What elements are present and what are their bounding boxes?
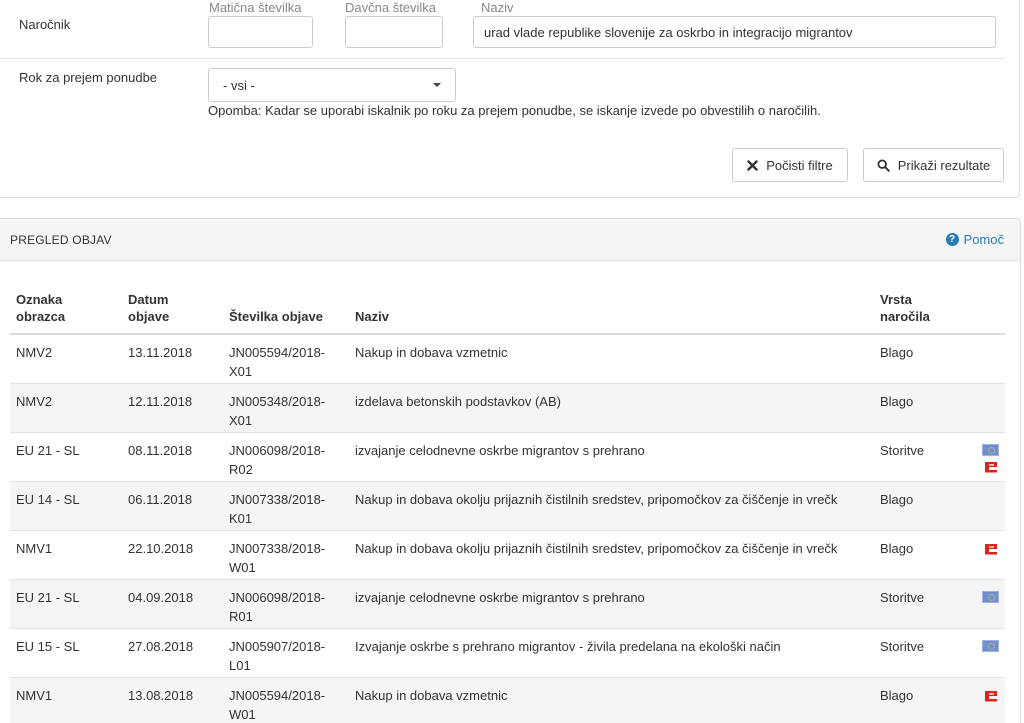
show-results-button[interactable]: Prikaži rezultate	[863, 148, 1004, 182]
naziv-label: Naziv	[481, 0, 514, 15]
cell-vrsta: Blago	[874, 676, 969, 723]
cell-datum: 06.11.2018	[122, 480, 223, 530]
eu-flag-icon	[982, 639, 999, 652]
show-results-label: Prikaži rezultate	[897, 157, 991, 173]
cell-datum: 13.11.2018	[122, 333, 223, 383]
clear-filters-button[interactable]: Počisti filtre	[732, 148, 848, 182]
cell-icons	[969, 382, 1005, 432]
col-datum[interactable]: Datum objave	[122, 291, 223, 335]
cell-naziv[interactable]: Nakup in dobava okolju prijaznih čistiln…	[349, 529, 874, 579]
enarocanje-icon	[985, 461, 997, 472]
filter-panel: Naročnik Matična številka Davčna številk…	[0, 0, 1020, 198]
table-row[interactable]: NMV2 13.11.2018 JN005594/2018- X01 Nakup in …	[10, 333, 1005, 383]
rok-select-value: - vsi -	[223, 77, 255, 93]
cell-oznaka: EU 21 - SL	[10, 431, 122, 481]
eu-flag-icon	[982, 590, 999, 603]
results-panel: PREGLED OBJAV ? Pomoč Oznaka obrazca Datu…	[0, 218, 1021, 723]
naziv-input[interactable]	[473, 16, 996, 48]
cell-vrsta: Storitve	[874, 627, 969, 677]
cell-datum: 04.09.2018	[122, 578, 223, 628]
davcna-label: Davčna številka	[345, 0, 437, 15]
cell-naziv[interactable]: izdelava betonskih podstavkov (AB)	[349, 382, 874, 432]
cell-stevilka[interactable]: JN006098/2018- R01	[223, 578, 349, 628]
table-row[interactable]: NMV2 12.11.2018 JN005348/2018- X01 izdelava …	[10, 382, 1005, 432]
col-oznaka[interactable]: Oznaka obrazca	[10, 291, 122, 335]
cell-icons	[969, 480, 1005, 530]
rok-select[interactable]: - vsi -	[208, 68, 456, 102]
divider	[0, 58, 1004, 59]
chevron-down-icon	[433, 83, 441, 87]
help-link[interactable]: ? Pomoč	[945, 232, 1004, 247]
maticna-input[interactable]	[208, 16, 313, 48]
cell-naziv[interactable]: Nakup in dobava okolju prijaznih čistiln…	[349, 480, 874, 530]
cell-oznaka: EU 15 - SL	[10, 627, 122, 677]
rok-note: Opomba: Kadar se uporabi iskalnik po rok…	[208, 103, 821, 118]
cell-vrsta: Storitve	[874, 431, 969, 481]
table-header-row: Oznaka obrazca Datum objave Številka objav…	[10, 291, 1005, 335]
cell-datum: 13.08.2018	[122, 676, 223, 723]
table-row[interactable]: EU 21 - SL 08.11.2018 JN006098/2018- R02 izv…	[10, 431, 1005, 481]
cell-vrsta: Blago	[874, 529, 969, 579]
cell-naziv[interactable]: izvajanje celodnevne oskrbe migrantov s …	[349, 578, 874, 628]
results-table: Oznaka obrazca Datum objave Številka objav…	[10, 291, 1005, 723]
cell-icons	[969, 333, 1005, 383]
davcna-input[interactable]	[345, 16, 443, 48]
cell-icons	[969, 529, 1005, 579]
eu-flag-icon	[982, 443, 999, 456]
cell-stevilka[interactable]: JN007338/2018- W01	[223, 529, 349, 579]
cell-stevilka[interactable]: JN007338/2018- K01	[223, 480, 349, 530]
table-row[interactable]: NMV1 13.08.2018 JN005594/2018- W01 Nakup in …	[10, 676, 1005, 723]
enarocanje-icon	[985, 690, 997, 701]
cell-stevilka[interactable]: JN006098/2018- R02	[223, 431, 349, 481]
close-icon	[747, 159, 758, 171]
rok-label: Rok za prejem ponudbe	[19, 70, 158, 85]
cell-datum: 27.08.2018	[122, 627, 223, 677]
cell-oznaka: NMV1	[10, 676, 122, 723]
cell-datum: 12.11.2018	[122, 382, 223, 432]
cell-icons	[969, 627, 1005, 677]
help-icon: ?	[945, 233, 959, 246]
table-row[interactable]: EU 15 - SL 27.08.2018 JN005907/2018- L01 Izv…	[10, 627, 1005, 677]
results-title: PREGLED OBJAV	[10, 233, 112, 247]
table-row[interactable]: NMV1 22.10.2018 JN007338/2018- W01 Nakup in …	[10, 529, 1005, 579]
cell-stevilka[interactable]: JN005907/2018- L01	[223, 627, 349, 677]
cell-vrsta: Blago	[874, 480, 969, 530]
clear-filters-label: Počisti filtre	[766, 157, 833, 173]
cell-icons	[969, 431, 1005, 481]
cell-oznaka: EU 14 - SL	[10, 480, 122, 530]
col-stevilka[interactable]: Številka objave	[223, 291, 349, 335]
col-vrsta[interactable]: Vrsta naročila	[874, 291, 969, 335]
cell-vrsta: Blago	[874, 382, 969, 432]
cell-datum: 22.10.2018	[122, 529, 223, 579]
cell-naziv[interactable]: izvajanje celodnevne oskrbe migrantov s …	[349, 431, 874, 481]
cell-naziv[interactable]: Nakup in dobava vzmetnic	[349, 333, 874, 383]
search-icon	[877, 158, 890, 172]
narocnik-label: Naročnik	[19, 17, 71, 32]
table-row[interactable]: EU 14 - SL 06.11.2018 JN007338/2018- K01 Nak…	[10, 480, 1005, 530]
cell-icons	[969, 578, 1005, 628]
cell-vrsta: Blago	[874, 333, 969, 383]
help-label: Pomoč	[963, 232, 1004, 247]
cell-oznaka: EU 21 - SL	[10, 578, 122, 628]
col-naziv[interactable]: Naziv	[349, 291, 874, 335]
cell-stevilka[interactable]: JN005348/2018- X01	[223, 382, 349, 432]
cell-datum: 08.11.2018	[122, 431, 223, 481]
cell-oznaka: NMV2	[10, 333, 122, 383]
cell-icons	[969, 676, 1005, 723]
enarocanje-icon	[985, 543, 997, 554]
cell-stevilka[interactable]: JN005594/2018- W01	[223, 676, 349, 723]
cell-stevilka[interactable]: JN005594/2018- X01	[223, 333, 349, 383]
maticna-label: Matična številka	[209, 0, 302, 15]
cell-oznaka: NMV2	[10, 382, 122, 432]
cell-vrsta: Storitve	[874, 578, 969, 628]
cell-naziv[interactable]: Izvajanje oskrbe s prehrano migrantov - …	[349, 627, 874, 677]
col-icons	[969, 291, 1005, 335]
table-row[interactable]: EU 21 - SL 04.09.2018 JN006098/2018- R01 izv…	[10, 578, 1005, 628]
results-header: PREGLED OBJAV ? Pomoč	[0, 219, 1020, 261]
cell-oznaka: NMV1	[10, 529, 122, 579]
cell-naziv[interactable]: Nakup in dobava vzmetnic	[349, 676, 874, 723]
